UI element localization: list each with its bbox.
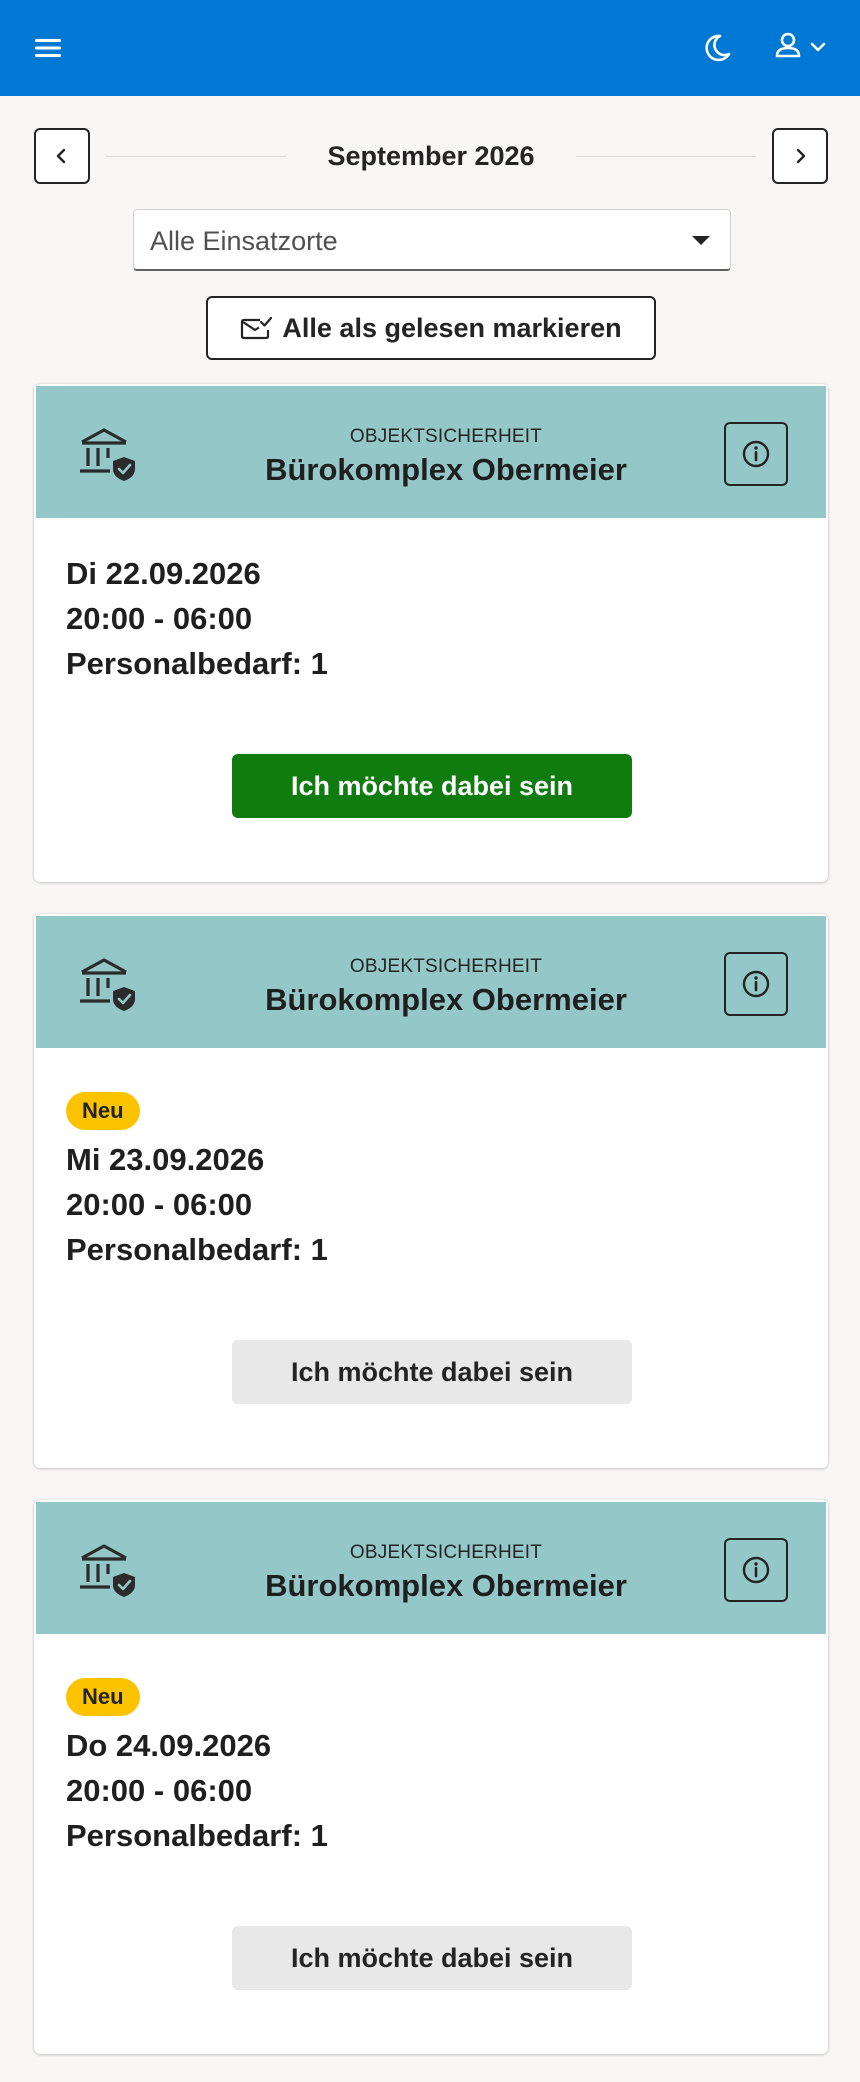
chevron-right-icon xyxy=(796,148,806,164)
shift-date: Do 24.09.2026 xyxy=(66,1728,272,1763)
shift-time: 20:00 - 06:00 xyxy=(66,1773,253,1808)
join-shift-button[interactable]: Ich möchte dabei sein xyxy=(232,754,632,818)
location-filter-dropdown[interactable]: Alle Einsatzorte xyxy=(133,209,731,271)
next-month-button[interactable] xyxy=(772,128,828,184)
person-icon xyxy=(775,32,826,58)
info-button[interactable] xyxy=(724,952,788,1016)
shift-card: OBJEKTSICHERHEIT Bürokomplex Obermeier N… xyxy=(34,1500,828,2054)
shift-time: 20:00 - 06:00 xyxy=(66,601,253,636)
card-title: Bürokomplex Obermeier xyxy=(265,1568,627,1603)
staff-requirement: Personalbedarf: 1 xyxy=(66,646,328,681)
shift-date: Mi 23.09.2026 xyxy=(66,1142,265,1177)
top-app-bar xyxy=(0,0,860,96)
staff-requirement: Personalbedarf: 1 xyxy=(66,1818,328,1853)
mail-read-icon xyxy=(241,316,273,340)
card-title: Bürokomplex Obermeier xyxy=(265,452,627,487)
info-icon xyxy=(742,970,770,998)
join-shift-button[interactable]: Ich möchte dabei sein xyxy=(232,1340,632,1404)
info-icon xyxy=(742,440,770,468)
mark-all-read-button[interactable]: Alle als gelesen markieren xyxy=(206,296,656,360)
card-category: OBJEKTSICHERHEIT xyxy=(349,426,543,447)
card-header: OBJEKTSICHERHEIT Bürokomplex Obermeier xyxy=(36,916,826,1048)
staff-requirement: Personalbedarf: 1 xyxy=(66,1232,328,1267)
divider xyxy=(576,156,756,157)
join-shift-button[interactable]: Ich möchte dabei sein xyxy=(232,1926,632,1990)
card-category: OBJEKTSICHERHEIT xyxy=(349,956,543,977)
card-title: Bürokomplex Obermeier xyxy=(265,982,627,1017)
user-menu-button[interactable] xyxy=(772,28,834,66)
card-header: OBJEKTSICHERHEIT Bürokomplex Obermeier xyxy=(36,386,826,518)
new-badge: Neu xyxy=(66,1678,140,1716)
info-icon xyxy=(742,1556,770,1584)
hamburger-menu-icon[interactable] xyxy=(30,30,66,66)
info-button[interactable] xyxy=(724,1538,788,1602)
shift-card: OBJEKTSICHERHEIT Bürokomplex Obermeier D… xyxy=(34,384,828,882)
mark-all-read-label: Alle als gelesen markieren xyxy=(282,312,622,343)
shift-card: OBJEKTSICHERHEIT Bürokomplex Obermeier N… xyxy=(34,914,828,1468)
card-header: OBJEKTSICHERHEIT Bürokomplex Obermeier xyxy=(36,1502,826,1634)
location-filter-value: Alle Einsatzorte xyxy=(150,226,338,256)
new-badge: Neu xyxy=(66,1092,140,1130)
card-category: OBJEKTSICHERHEIT xyxy=(349,1542,543,1563)
shift-date: Di 22.09.2026 xyxy=(66,556,261,591)
info-button[interactable] xyxy=(724,422,788,486)
moon-icon[interactable] xyxy=(698,28,736,66)
month-navigator: September 2026 xyxy=(34,128,828,184)
shift-time: 20:00 - 06:00 xyxy=(66,1187,253,1222)
caret-down-icon xyxy=(692,236,710,245)
